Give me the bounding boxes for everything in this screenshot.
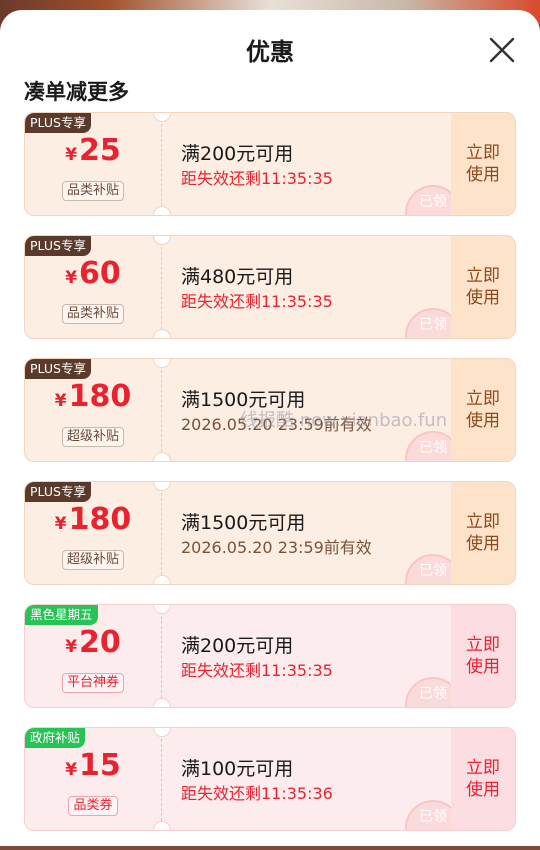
coupon-kind-label: 平台神券 xyxy=(61,673,124,693)
coupon-tag: PLUS专享 xyxy=(25,482,91,502)
notch-top xyxy=(153,359,171,368)
coupon-amount: ¥25 xyxy=(25,133,161,168)
coupon-tag: PLUS专享 xyxy=(25,113,91,133)
coupon-amount: ¥180 xyxy=(25,502,161,537)
coupon-card[interactable]: 政府补贴 ¥15 品类券 满100元可用 距失效还剩11:35:36 已领 立即使用 xyxy=(24,727,516,831)
use-now-button[interactable]: 立即使用 xyxy=(451,113,515,215)
dashed-divider xyxy=(161,488,162,580)
coupon-kind-label: 品类补贴 xyxy=(61,304,124,324)
coupon-amount: ¥180 xyxy=(25,379,161,414)
dashed-divider xyxy=(161,365,162,457)
coupon-list: PLUS专享 ¥25 品类补贴 满200元可用 距失效还剩11:35:35 已领 立即使用 P… xyxy=(24,112,516,850)
coupon-kind-label: 超级补贴 xyxy=(61,550,124,570)
notch-bottom xyxy=(153,329,171,338)
notch-top xyxy=(153,605,171,614)
notch-top xyxy=(153,728,171,737)
notch-bottom xyxy=(153,698,171,707)
coupon-kind-label: 品类补贴 xyxy=(61,181,124,201)
notch-top xyxy=(153,236,171,245)
coupon-tag: PLUS专享 xyxy=(25,236,91,256)
coupon-amount: ¥60 xyxy=(25,256,161,291)
amount-value: 60 xyxy=(79,256,121,291)
dashed-divider xyxy=(161,734,162,826)
notch-bottom xyxy=(153,821,171,830)
dashed-divider xyxy=(161,611,162,703)
amount-value: 180 xyxy=(68,379,132,414)
coupon-tag: 黑色星期五 xyxy=(25,605,98,625)
coupon-expiry: 2026.05.20 23:59前有效 xyxy=(181,538,372,557)
page-title: 优惠 xyxy=(246,38,294,66)
coupon-tag: PLUS专享 xyxy=(25,359,91,379)
coupon-expiry: 距失效还剩11:35:35 xyxy=(181,661,333,680)
notch-top xyxy=(153,113,171,122)
coupon-condition: 满480元可用 xyxy=(181,266,294,288)
amount-value: 25 xyxy=(79,133,121,168)
notch-bottom xyxy=(153,575,171,584)
close-icon[interactable] xyxy=(486,34,518,66)
currency-symbol: ¥ xyxy=(65,637,78,657)
currency-symbol: ¥ xyxy=(65,268,78,288)
coupon-tag: 政府补贴 xyxy=(25,728,86,748)
use-now-button[interactable]: 立即使用 xyxy=(451,482,515,584)
notch-top xyxy=(153,482,171,491)
use-now-button[interactable]: 立即使用 xyxy=(451,236,515,338)
coupon-condition: 满1500元可用 xyxy=(181,389,306,411)
coupon-condition: 满100元可用 xyxy=(181,758,294,780)
currency-symbol: ¥ xyxy=(65,145,78,165)
coupon-card[interactable]: PLUS专享 ¥60 品类补贴 满480元可用 距失效还剩11:35:35 已领 立即使用 xyxy=(24,235,516,339)
coupon-condition: 满200元可用 xyxy=(181,635,294,657)
use-now-button[interactable]: 立即使用 xyxy=(451,728,515,830)
use-now-button[interactable]: 立即使用 xyxy=(451,359,515,461)
coupon-kind: 超级补贴 xyxy=(25,425,161,447)
coupon-expiry: 距失效还剩11:35:35 xyxy=(181,169,333,188)
coupon-card[interactable]: PLUS专享 ¥25 品类补贴 满200元可用 距失效还剩11:35:35 已领 立即使用 xyxy=(24,112,516,216)
use-now-button[interactable]: 立即使用 xyxy=(451,605,515,707)
coupon-condition: 满200元可用 xyxy=(181,143,294,165)
coupon-kind: 品类补贴 xyxy=(25,302,161,324)
amount-value: 20 xyxy=(79,625,121,660)
coupon-amount: ¥20 xyxy=(25,625,161,660)
coupon-expiry: 距失效还剩11:35:35 xyxy=(181,292,333,311)
coupon-kind: 品类补贴 xyxy=(25,179,161,201)
coupon-kind-label: 超级补贴 xyxy=(61,427,124,447)
notch-bottom xyxy=(153,452,171,461)
dashed-divider xyxy=(161,119,162,211)
coupon-card[interactable]: PLUS专享 ¥180 超级补贴 满1500元可用 2026.05.20 23:59前有… xyxy=(24,358,516,462)
coupon-condition: 满1500元可用 xyxy=(181,512,306,534)
currency-symbol: ¥ xyxy=(65,760,78,780)
coupon-card[interactable]: 黑色星期五 ¥20 平台神券 满200元可用 距失效还剩11:35:35 已领 立即使用 xyxy=(24,604,516,708)
section-title: 凑单减更多 xyxy=(24,80,129,104)
currency-symbol: ¥ xyxy=(54,391,67,411)
amount-value: 15 xyxy=(79,748,121,783)
coupon-amount: ¥15 xyxy=(25,748,161,783)
coupon-kind-label: 品类券 xyxy=(68,796,118,816)
coupon-kind: 超级补贴 xyxy=(25,548,161,570)
amount-value: 180 xyxy=(68,502,132,537)
coupon-kind: 品类券 xyxy=(25,794,161,816)
notch-bottom xyxy=(153,206,171,215)
dashed-divider xyxy=(161,242,162,334)
coupon-expiry: 2026.05.20 23:59前有效 xyxy=(181,415,372,434)
currency-symbol: ¥ xyxy=(54,514,67,534)
coupon-kind: 平台神券 xyxy=(25,671,161,693)
coupon-card[interactable]: PLUS专享 ¥180 超级补贴 满1500元可用 2026.05.20 23:59前有… xyxy=(24,481,516,585)
coupon-expiry: 距失效还剩11:35:36 xyxy=(181,784,333,803)
